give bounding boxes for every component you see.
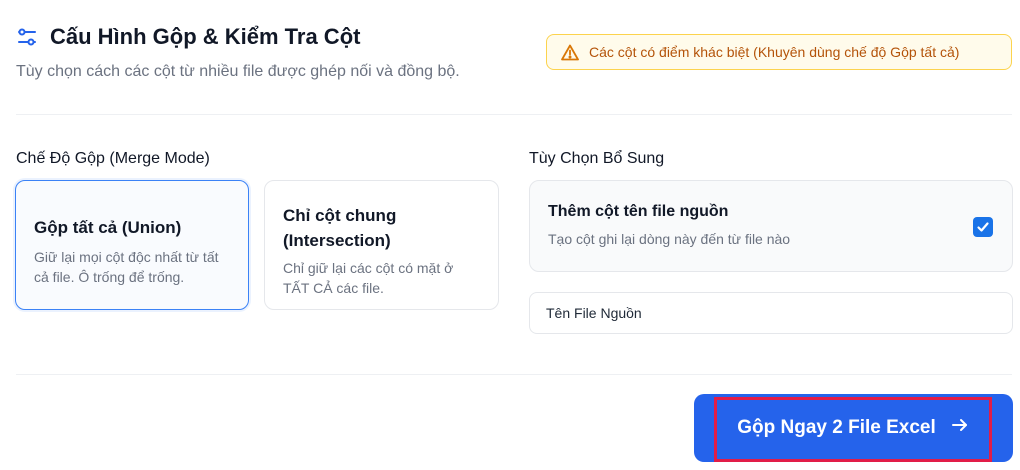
divider (16, 374, 1012, 375)
page-title: Cấu Hình Gộp & Kiểm Tra Cột (50, 24, 361, 49)
source-column-desc: Tạo cột ghi lại dòng này đến từ file nào (548, 231, 791, 247)
merge-mode-union-option[interactable]: Gộp tất cả (Union) Giữ lại mọi cột độc n… (15, 180, 249, 310)
divider (16, 114, 1012, 115)
arrow-right-icon (950, 415, 970, 441)
source-column-title: Thêm cột tên file nguồn (548, 203, 729, 220)
warning-text: Các cột có điểm khác biệt (Khuyên dùng c… (589, 44, 960, 60)
source-column-checkbox[interactable] (973, 217, 993, 237)
intersection-option-desc: Chỉ giữ lại các cột có mặt ở TẤT CẢ các … (283, 260, 454, 296)
union-option-desc: Giữ lại mọi cột độc nhất từ tất cả file.… (34, 249, 219, 285)
page-subtitle: Tùy chọn cách các cột từ nhiều file được… (16, 63, 460, 80)
column-mismatch-warning: Các cột có điểm khác biệt (Khuyên dùng c… (546, 34, 1012, 70)
merge-mode-label: Chế Độ Gộp (Merge Mode) (16, 150, 210, 167)
intersection-option-title: Chỉ cột chung (Intersection) (283, 206, 397, 250)
extra-options-label: Tùy Chọn Bổ Sung (529, 150, 665, 167)
merge-button-label: Gộp Ngay 2 File Excel (737, 417, 936, 438)
merge-config-panel: Cấu Hình Gộp & Kiểm Tra Cột Tùy chọn các… (0, 0, 1020, 470)
source-name-input[interactable] (529, 292, 1013, 334)
union-option-title: Gộp tất cả (Union) (34, 218, 182, 237)
warning-triangle-icon (561, 44, 579, 61)
source-column-option[interactable]: Thêm cột tên file nguồn Tạo cột ghi lại … (529, 180, 1013, 272)
merge-mode-intersection-option[interactable]: Chỉ cột chung (Intersection) Chỉ giữ lại… (264, 180, 499, 310)
sliders-icon (16, 26, 38, 48)
page-header: Cấu Hình Gộp & Kiểm Tra Cột (16, 24, 360, 50)
merge-now-button[interactable]: Gộp Ngay 2 File Excel (694, 394, 1013, 462)
checkmark-icon (977, 222, 989, 232)
